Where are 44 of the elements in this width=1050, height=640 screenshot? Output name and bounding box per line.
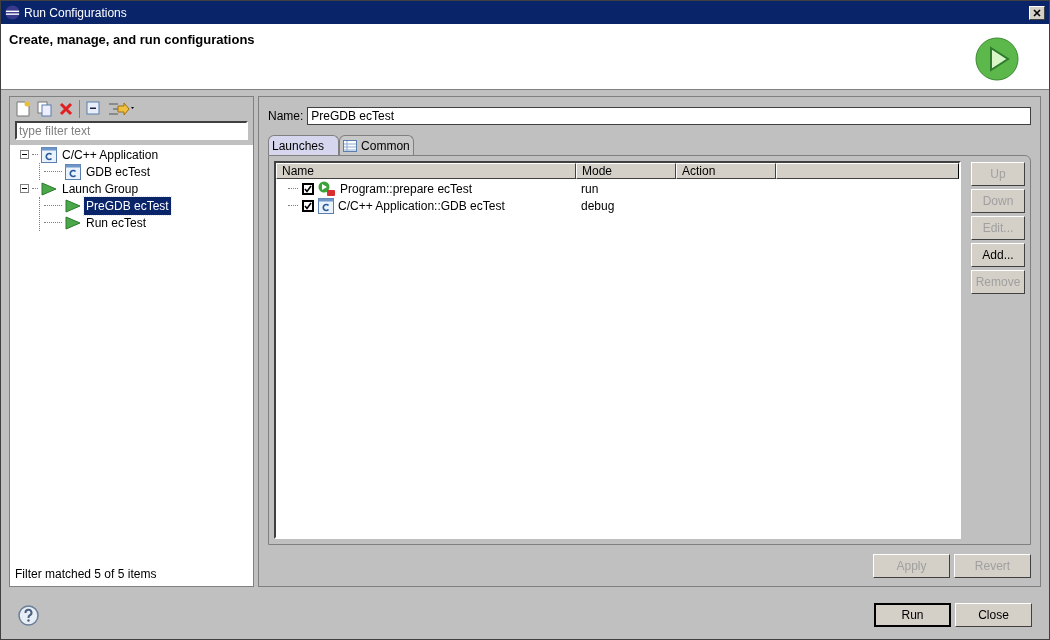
column-header[interactable]: Action [676,163,776,179]
name-label: Name: [268,108,304,125]
run-play-icon [975,37,1019,81]
name-field[interactable]: PreGDB ecTest [307,107,1031,125]
table-cell-text: Program::prepare ecTest [340,180,473,198]
eclipse-logo-icon [5,5,20,20]
c-file-icon [41,146,57,163]
c-file-icon [65,163,81,180]
filter-status: Filter matched 5 of 5 items [14,566,158,583]
dialog-button[interactable]: Run [874,603,951,627]
table-cell-text: C/C++ Application::GDB ecTest [338,197,505,215]
tab[interactable]: Launches [268,135,340,155]
help-icon[interactable] [18,604,39,626]
tree-item[interactable]: PreGDB ecTest [84,196,171,215]
table-cell-text: debug [580,197,616,215]
table-cell-text: run [580,180,600,198]
filter-field[interactable]: type filter text [15,121,248,140]
close-icon [1033,8,1041,17]
c-file-icon [318,197,334,214]
delete-icon[interactable] [59,102,73,116]
tab[interactable]: Common [339,135,414,155]
tree-item[interactable]: GDB ecTest [84,162,153,181]
collapse-toggle-icon[interactable] [20,184,29,193]
dialog-button[interactable]: Add... [971,243,1025,267]
tree-item[interactable]: Launch Group [60,179,141,198]
play-triangle-icon [65,198,81,213]
checkbox[interactable] [302,182,314,195]
duplicate-icon[interactable] [37,101,53,117]
dialog-button[interactable]: Close [955,603,1032,627]
tree-item[interactable]: Run ecTest [84,213,149,232]
collapse-all-icon[interactable] [86,101,102,117]
collapse-toggle-icon[interactable] [20,150,29,159]
column-header[interactable]: Name [276,163,576,179]
close-button[interactable] [1029,5,1045,20]
program-launch-icon [318,180,336,197]
play-triangle-icon [41,181,57,196]
new-file-icon[interactable] [15,101,31,117]
play-triangle-icon [65,215,81,230]
table-icon [343,139,358,152]
window-title: Run Configurations [24,4,127,22]
column-header[interactable]: Mode [576,163,676,179]
header-title: Create, manage, and run configurations [9,31,255,49]
tree-item[interactable]: C/C++ Application [60,145,161,164]
checkbox[interactable] [302,199,314,212]
